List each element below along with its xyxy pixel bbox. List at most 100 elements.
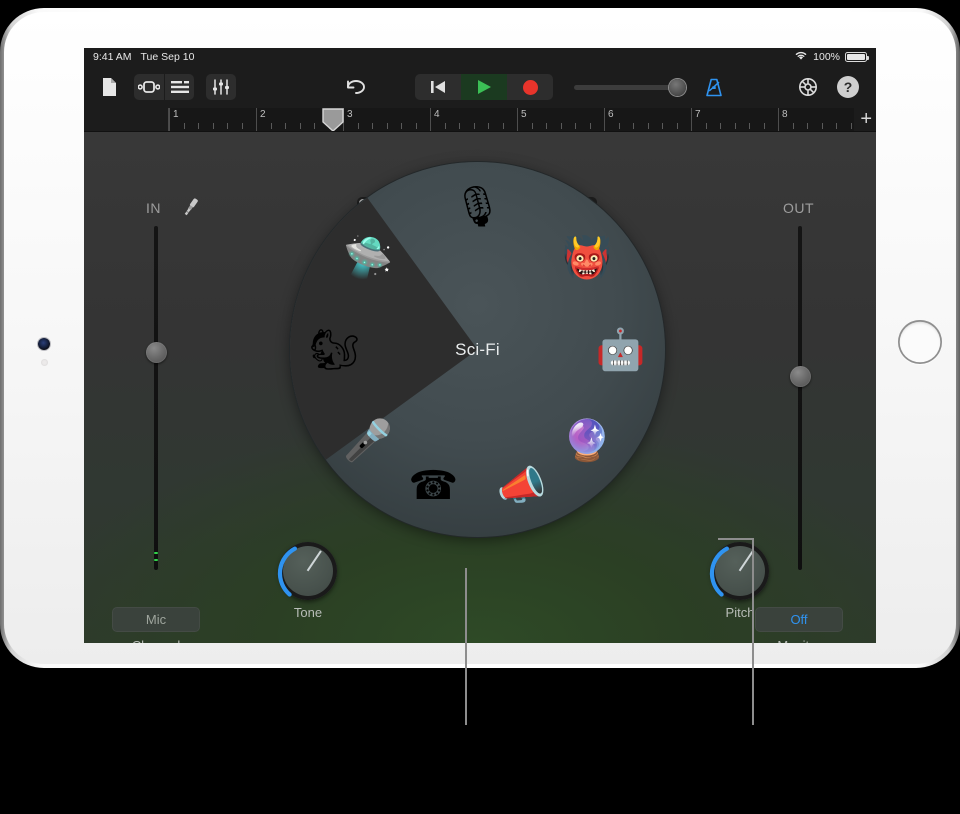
monitor-caption: Monitor xyxy=(755,638,843,643)
ruler-beat-tick xyxy=(633,123,634,129)
tone-knob-label: Tone xyxy=(293,605,323,620)
home-button[interactable] xyxy=(898,320,942,364)
metronome-icon[interactable] xyxy=(699,74,729,100)
status-date: Tue Sep 10 xyxy=(140,51,195,63)
ruler-beat-tick xyxy=(459,123,460,129)
ruler-bar-number: 3 xyxy=(347,109,353,120)
robot-effect[interactable]: 🤖 xyxy=(590,319,652,381)
ruler-beat-tick xyxy=(285,123,286,129)
bubbles-effect[interactable]: 🔮 xyxy=(556,410,618,472)
ruler-beat-tick xyxy=(270,123,272,129)
ruler-bar-number: 1 xyxy=(173,109,179,120)
ruler-bar-mark: 7 xyxy=(691,108,701,131)
ruler-bars[interactable]: 1 2 3 4 5 6 7 8 xyxy=(168,108,854,131)
ruler-beat-tick xyxy=(821,123,823,129)
tone-knob-group: Tone xyxy=(272,542,344,620)
gear-icon[interactable] xyxy=(793,74,823,100)
ruler-beat-tick xyxy=(299,123,301,129)
cell-view-icon[interactable] xyxy=(134,74,164,100)
help-label: ? xyxy=(837,76,859,98)
ruler-beat-tick xyxy=(850,123,852,129)
status-bar: 9:41 AM Tue Sep 10 100% xyxy=(84,48,876,66)
help-button[interactable]: ? xyxy=(833,74,863,100)
ambient-light-sensor-icon xyxy=(41,359,48,366)
output-label: OUT xyxy=(783,200,815,216)
ruler-beat-tick xyxy=(676,123,678,129)
effects-wheel[interactable]: Sci-Fi 🎙 👹 🤖 🔮 📣 ☎ 🎤 🐿 🛸 xyxy=(290,162,665,537)
megaphone-effect[interactable]: 📣 xyxy=(491,455,553,517)
callout-line-pitch-horizontal xyxy=(718,538,753,540)
tablet-device-frame: 9:41 AM Tue Sep 10 100% ? 1 2 3 4 5 6 7 … xyxy=(0,8,960,668)
ruler-beat-tick xyxy=(314,123,315,129)
playhead-marker[interactable] xyxy=(320,108,346,131)
telephone-effect[interactable]: ☎ xyxy=(402,455,464,517)
ruler-bar-mark: 4 xyxy=(430,108,440,131)
output-level-fader[interactable] xyxy=(789,226,811,570)
rewind-icon[interactable] xyxy=(415,74,461,100)
ruler-bar-mark: 2 xyxy=(256,108,266,131)
ruler-bar-number: 2 xyxy=(260,109,266,120)
status-time: 9:41 AM xyxy=(93,51,132,63)
ruler-beat-tick xyxy=(198,123,199,129)
ruler-beat-tick xyxy=(372,123,373,129)
ruler-beat-tick xyxy=(415,123,417,129)
ruler-bar-number: 8 xyxy=(782,109,788,120)
vocal-mic-effect[interactable]: 🎙 xyxy=(447,176,509,238)
ruler-beat-tick xyxy=(183,123,185,129)
front-camera-icon xyxy=(38,338,50,350)
ruler-beat-tick xyxy=(241,123,243,129)
transport-controls xyxy=(415,74,553,100)
ruler-beat-tick xyxy=(227,123,228,129)
input-level-fader[interactable] xyxy=(145,226,167,570)
ruler-beat-tick xyxy=(749,123,750,129)
ruler-beat-tick xyxy=(720,123,721,129)
input-level-led xyxy=(154,552,158,554)
chipmunk-effect[interactable]: 🐿 xyxy=(304,319,366,381)
timeline-ruler[interactable]: 1 2 3 4 5 6 7 8 + xyxy=(84,108,876,132)
ruler-beat-tick xyxy=(488,123,489,129)
input-label: IN xyxy=(146,200,161,216)
play-icon[interactable] xyxy=(461,74,507,100)
ruler-beat-tick xyxy=(705,123,707,129)
record-icon[interactable] xyxy=(507,74,553,100)
ruler-beat-tick xyxy=(647,123,649,129)
input-level-led xyxy=(154,559,158,561)
callout-line-pitch xyxy=(752,538,754,725)
add-track-button[interactable]: + xyxy=(860,109,872,129)
ruler-bar-number: 5 xyxy=(521,109,527,120)
ruler-beat-tick xyxy=(502,123,504,129)
input-fader-knob[interactable] xyxy=(145,342,167,363)
master-volume-knob[interactable] xyxy=(669,78,686,96)
undo-arrow-icon[interactable] xyxy=(340,74,370,100)
ruler-beat-tick xyxy=(618,123,620,129)
output-fader-knob[interactable] xyxy=(789,366,811,387)
pitch-knob[interactable] xyxy=(709,542,769,600)
ruler-bar-mark: 8 xyxy=(778,108,788,131)
ufo-scifi-effect[interactable]: 🛸 xyxy=(337,227,399,289)
document-icon[interactable] xyxy=(94,74,124,100)
mixer-faders-icon[interactable] xyxy=(206,74,236,100)
ruler-beat-tick xyxy=(589,123,591,129)
app-screen: 9:41 AM Tue Sep 10 100% ? 1 2 3 4 5 6 7 … xyxy=(84,48,876,643)
ruler-beat-tick xyxy=(662,123,663,129)
audio-jack-icon xyxy=(180,196,202,223)
ruler-beat-tick xyxy=(473,123,475,129)
monitor-button[interactable]: Off xyxy=(755,607,843,632)
ruler-beat-tick xyxy=(792,123,794,129)
ruler-beat-tick xyxy=(386,123,388,129)
view-switch-group xyxy=(134,74,194,100)
channel-button[interactable]: Mic xyxy=(112,607,200,632)
ruler-bar-mark: 1 xyxy=(169,108,179,131)
ruler-bar-mark: 6 xyxy=(604,108,614,131)
monster-effect[interactable]: 👹 xyxy=(556,227,618,289)
karaoke-mic-effect[interactable]: 🎤 xyxy=(337,410,399,472)
wifi-icon xyxy=(794,50,808,64)
ruler-beat-tick xyxy=(560,123,562,129)
plugin-panel: Fun Studio IN xyxy=(84,132,876,643)
master-volume-slider[interactable] xyxy=(574,74,686,100)
track-view-icon[interactable] xyxy=(164,74,194,100)
tone-knob[interactable] xyxy=(277,542,337,600)
ruler-beat-tick xyxy=(401,123,402,129)
ruler-beat-tick xyxy=(357,123,359,129)
callout-line-wheel xyxy=(465,568,467,725)
